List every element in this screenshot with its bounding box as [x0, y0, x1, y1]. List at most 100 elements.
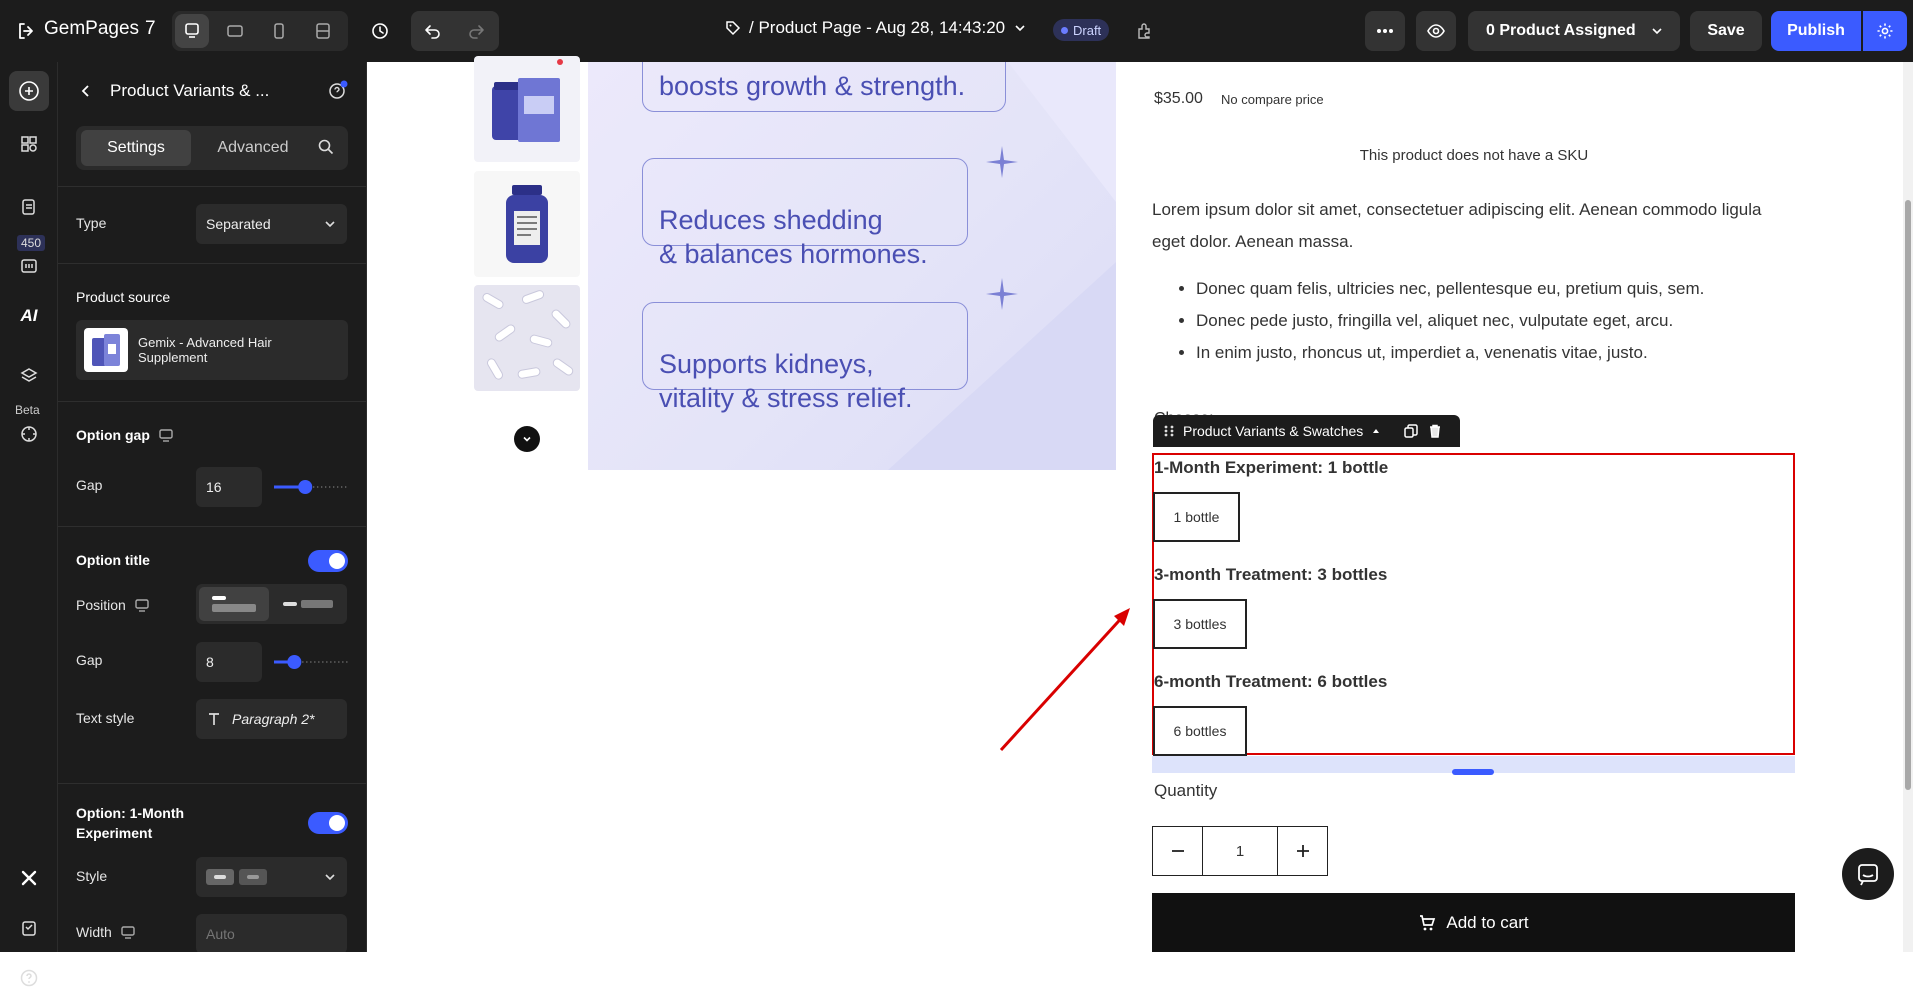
variant-swatch-label: 1 bottle — [1173, 509, 1220, 525]
checklist-button[interactable] — [9, 908, 49, 948]
publish-settings-button[interactable] — [1863, 11, 1907, 51]
option-1-toggle[interactable] — [308, 812, 348, 834]
puzzle-icon — [1138, 23, 1150, 39]
layers-button[interactable] — [9, 356, 49, 396]
device-monitor-icon[interactable] — [158, 427, 174, 443]
option-title-toggle[interactable] — [308, 550, 348, 572]
gallery-thumbnail[interactable] — [474, 171, 580, 277]
pages-button[interactable] — [9, 187, 49, 227]
panel-header: Product Variants & ... — [76, 76, 348, 106]
responsive-icon — [316, 23, 330, 39]
grid-icon — [21, 136, 37, 152]
drag-handle-icon[interactable] — [1163, 424, 1175, 438]
element-toolbar-label[interactable]: Product Variants & Swatches — [1183, 423, 1363, 439]
canvas-scrollbar[interactable] — [1903, 62, 1913, 952]
add-to-cart-label: Add to cart — [1446, 912, 1529, 932]
gallery-thumbnail[interactable] — [474, 56, 580, 162]
text-style-label: Text style — [76, 710, 135, 726]
caret-up-icon[interactable] — [1371, 426, 1381, 436]
product-source-label: Product source — [76, 289, 171, 305]
position-top-option[interactable] — [199, 587, 269, 621]
trash-icon[interactable] — [1427, 423, 1443, 439]
page-title-dropdown[interactable]: / Product Page - Aug 28, 14:43:20 — [725, 18, 1027, 38]
redo-icon — [469, 25, 484, 39]
chat-support-button[interactable] — [1842, 848, 1894, 900]
title-gap-input[interactable]: 8 — [196, 642, 262, 682]
beta-feature-button[interactable] — [9, 414, 49, 454]
device-monitor-icon[interactable] — [120, 924, 136, 940]
responsive-view-button[interactable] — [306, 14, 340, 48]
product-source-value: Gemix - Advanced Hair Supplement — [138, 335, 272, 365]
mobile-view-button[interactable] — [262, 14, 296, 48]
benefit-text-1: boosts growth & strength. — [659, 71, 966, 101]
swatch-style-icon — [206, 869, 267, 885]
exit-button[interactable] — [14, 19, 38, 43]
gap-slider[interactable] — [272, 478, 348, 496]
product-assigned-dropdown[interactable]: 0 Product Assigned — [1468, 11, 1680, 51]
gallery-next-button[interactable] — [514, 426, 540, 452]
position-left-option[interactable] — [273, 587, 343, 621]
help-button[interactable] — [9, 962, 49, 994]
resize-handle[interactable] — [1452, 769, 1494, 775]
tab-advanced[interactable]: Advanced — [198, 130, 308, 166]
duplicate-icon[interactable] — [1403, 423, 1419, 439]
tab-settings[interactable]: Settings — [81, 130, 191, 166]
product-source-picker[interactable]: Gemix - Advanced Hair Supplement — [76, 320, 348, 380]
desktop-icon — [185, 23, 199, 38]
quantity-input[interactable]: 1 — [1203, 827, 1277, 875]
save-button[interactable]: Save — [1690, 11, 1762, 51]
position-label: Position — [76, 597, 126, 613]
undo-button[interactable] — [413, 14, 453, 48]
type-label: Type — [76, 215, 107, 231]
width-input[interactable] — [196, 914, 347, 952]
sections-button[interactable] — [9, 124, 49, 164]
text-style-select[interactable]: Paragraph 2* — [196, 699, 347, 739]
history-button[interactable] — [363, 14, 397, 48]
more-options-button[interactable] — [1365, 11, 1405, 51]
top-bar: GemPages 7 / Product Page - Aug 28, 14:4… — [0, 0, 1913, 62]
tablet-view-button[interactable] — [218, 14, 252, 48]
ai-label: AI — [20, 306, 38, 325]
title-gap-slider[interactable] — [272, 653, 348, 671]
plus-icon — [1296, 845, 1309, 857]
settings-panel: Product Variants & ... Settings Advanced… — [58, 62, 367, 952]
tag-icon — [726, 21, 741, 36]
gemx-button[interactable] — [9, 858, 49, 898]
add-to-cart-button[interactable]: Add to cart — [1152, 893, 1795, 952]
gallery-thumbnail[interactable] — [474, 285, 580, 391]
redo-button[interactable] — [456, 14, 496, 48]
divider — [58, 526, 366, 527]
variant-swatch-2[interactable]: 3 bottles — [1153, 599, 1247, 649]
slider-knob — [287, 655, 302, 669]
quantity-increase-button[interactable] — [1277, 827, 1327, 875]
product-thumbnail — [84, 328, 128, 372]
sparkle-icon — [986, 146, 1018, 178]
list-item: In enim justo, rhoncus ut, imperdiet a, … — [1196, 337, 1704, 369]
panel-search-button[interactable] — [317, 138, 335, 156]
pills-image — [482, 290, 574, 380]
benefit-text-2: Reduces shedding & balances hormones. — [659, 205, 928, 269]
help-tooltip-button[interactable] — [328, 80, 348, 100]
quantity-decrease-button[interactable] — [1153, 827, 1203, 875]
element-toolbar: Product Variants & Swatches — [1153, 415, 1460, 447]
gap-input[interactable]: 16 — [196, 467, 262, 507]
benefit-pill-3: Supports kidneys, vitality & stress reli… — [642, 302, 968, 413]
type-select[interactable]: Separated — [196, 204, 347, 244]
device-monitor-icon[interactable] — [134, 597, 150, 613]
option-title-label: Option title — [76, 552, 150, 568]
variant-swatch-1[interactable]: 1 bottle — [1153, 492, 1240, 542]
option-gap-label: Option gap — [76, 427, 150, 443]
publish-button[interactable]: Publish — [1771, 11, 1861, 51]
style-select[interactable] — [196, 857, 347, 897]
apps-button[interactable] — [9, 246, 49, 286]
annotation-arrow — [999, 608, 1130, 752]
desktop-view-button[interactable] — [175, 14, 209, 48]
preview-button[interactable] — [1416, 11, 1456, 51]
pages-icon — [22, 199, 35, 215]
add-element-button[interactable] — [9, 71, 49, 111]
back-icon[interactable] — [78, 83, 94, 99]
variant-swatch-3[interactable]: 6 bottles — [1153, 706, 1247, 756]
preview-compare-button[interactable] — [1128, 14, 1162, 48]
scrollbar-thumb[interactable] — [1905, 200, 1911, 790]
ai-button[interactable]: AI — [9, 296, 49, 336]
